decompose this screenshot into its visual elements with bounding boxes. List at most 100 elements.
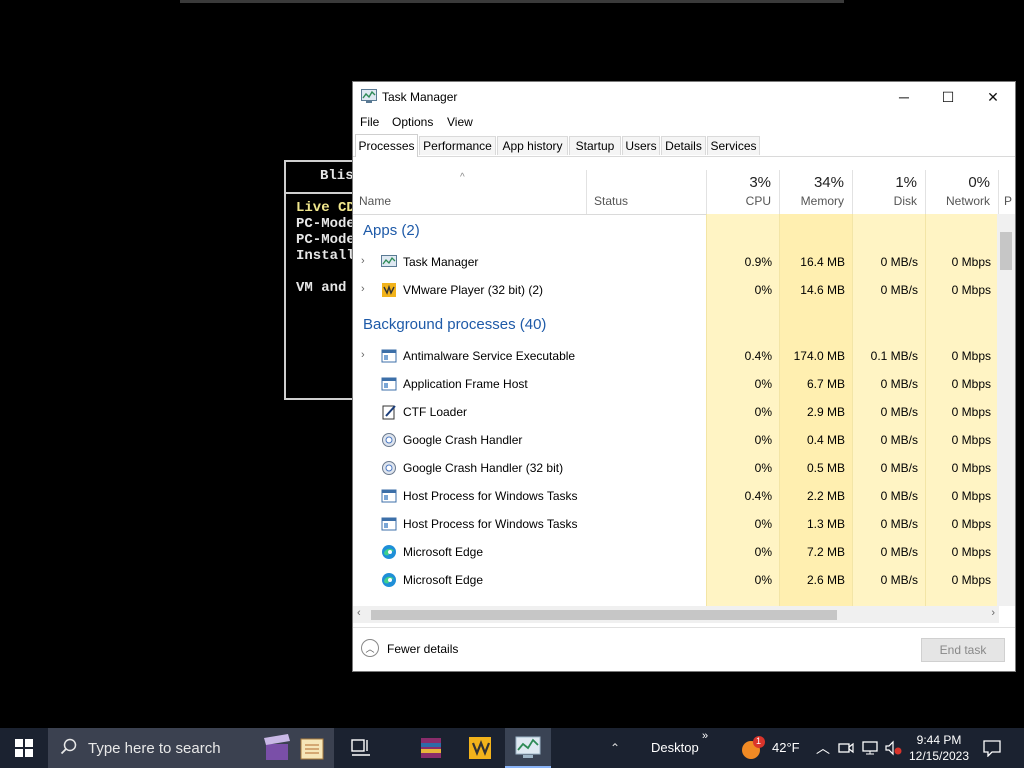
clock-time: 9:44 PM xyxy=(916,733,962,747)
menu-view[interactable]: View xyxy=(447,115,473,129)
collapse-icon[interactable]: ︿ xyxy=(361,639,379,657)
task-manager-icon xyxy=(515,736,541,758)
vmware-icon xyxy=(469,737,491,759)
process-row[interactable]: Google Crash Handler (32 bit) 0% 0.5 MB 0 M… xyxy=(353,454,999,482)
maximize-icon: ☐ xyxy=(941,88,955,105)
scroll-left-icon[interactable]: ‹ xyxy=(357,607,361,619)
group-header-apps[interactable]: Apps (2) xyxy=(353,220,999,248)
taskbar-overflow[interactable]: ⌃ xyxy=(600,728,630,768)
power-label: P xyxy=(1004,194,1013,208)
process-network: 0 Mbps xyxy=(951,283,991,297)
header-power[interactable]: P xyxy=(998,170,1015,214)
footer: ︿ Fewer details End task xyxy=(353,627,1015,671)
menu-file[interactable]: File xyxy=(360,115,379,129)
process-memory: 2.6 MB xyxy=(806,573,845,587)
clapperboard-icon xyxy=(264,734,290,760)
process-name: CTF Loader xyxy=(403,405,468,419)
weather-icon[interactable] xyxy=(740,736,766,760)
toolbar-expand-icon[interactable]: » xyxy=(702,730,708,742)
horizontal-scroll-thumb[interactable] xyxy=(371,610,837,620)
tab-services[interactable]: Services xyxy=(707,136,760,155)
meet-now-icon[interactable] xyxy=(838,740,854,756)
taskbar-winrar[interactable] xyxy=(408,728,454,768)
process-row[interactable]: CTF Loader 0% 2.9 MB 0 MB/s 0 Mbps xyxy=(353,398,999,426)
scroll-right-icon[interactable]: › xyxy=(991,607,995,619)
process-row[interactable]: Host Process for Windows Tasks 0% 1.3 MB 0 … xyxy=(353,510,999,538)
process-row[interactable]: Microsoft Edge 0% 7.2 MB 0 MB/s 0 Mbps xyxy=(353,538,999,566)
process-row[interactable]: Google Crash Handler 0% 0.4 MB 0 MB/s 0 Mbps xyxy=(353,426,999,454)
clock-date: 12/15/2023 xyxy=(908,749,970,763)
horizontal-scrollbar[interactable]: ‹ › xyxy=(353,606,999,623)
process-cpu: 0% xyxy=(754,433,772,447)
process-name: VMware Player (32 bit) (2) xyxy=(403,283,544,297)
start-button[interactable] xyxy=(0,728,48,768)
task-view-button[interactable] xyxy=(338,728,384,768)
tab-performance[interactable]: Performance xyxy=(419,136,496,155)
process-row[interactable]: › VMware Player (32 bit) (2) 0% 14.6 MB 0 MB… xyxy=(353,276,999,304)
network-icon[interactable] xyxy=(862,740,880,756)
maximize-button[interactable]: ☐ xyxy=(925,82,971,112)
minimize-button[interactable]: ─ xyxy=(881,82,927,112)
process-name: Antimalware Service Executable xyxy=(403,349,576,363)
process-row[interactable]: Application Frame Host 0% 6.7 MB 0 MB/s 0 Mb… xyxy=(353,370,999,398)
process-memory: 174.0 MB xyxy=(793,349,845,363)
vertical-scrollbar[interactable] xyxy=(997,214,1015,606)
taskbar-task-manager[interactable] xyxy=(505,728,551,768)
cpu-label: CPU xyxy=(745,194,771,208)
vmware-icon xyxy=(382,283,396,297)
process-network: 0 Mbps xyxy=(951,377,991,391)
console-line: Live CD xyxy=(296,200,355,216)
search-box[interactable]: Type here to search xyxy=(48,728,334,768)
window-title: Task Manager xyxy=(382,90,458,104)
task-manager-window[interactable]: Task Manager ─ ☐ ✕ File Options View Pro… xyxy=(352,81,1016,672)
header-disk[interactable]: 1% Disk xyxy=(852,170,925,214)
taskbar-vmware[interactable] xyxy=(457,728,503,768)
windows-logo-icon xyxy=(15,739,33,757)
notification-icon[interactable] xyxy=(983,739,1001,757)
header-status-col[interactable]: Status xyxy=(586,170,706,214)
header-network[interactable]: 0% Network xyxy=(925,170,998,214)
clock[interactable]: 9:44 PM 12/15/2023 xyxy=(906,732,972,764)
console-line: VM and xyxy=(296,280,347,296)
header-name[interactable]: Name xyxy=(359,194,391,208)
google-update-icon xyxy=(382,461,396,475)
column-header: ^ Name Status 3% CPU 34% Memory 1% Disk … xyxy=(353,170,1015,215)
process-row[interactable]: Microsoft Edge 0% 2.6 MB 0 MB/s 0 Mbps xyxy=(353,566,999,594)
menu-options[interactable]: Options xyxy=(392,115,433,129)
tab-processes[interactable]: Processes xyxy=(355,134,418,157)
fewer-details-link[interactable]: Fewer details xyxy=(387,642,458,656)
expand-chevron-icon[interactable]: › xyxy=(361,283,365,295)
process-memory: 2.9 MB xyxy=(806,405,845,419)
header-memory[interactable]: 34% Memory xyxy=(779,170,852,214)
vertical-scroll-thumb[interactable] xyxy=(1000,232,1012,270)
desktop-toolbar[interactable]: Desktop xyxy=(651,740,699,755)
close-button[interactable]: ✕ xyxy=(970,82,1015,112)
chevron-up-down-icon: ⌃ xyxy=(609,741,621,755)
end-task-button[interactable]: End task xyxy=(921,638,1005,662)
title-bar[interactable]: Task Manager ─ ☐ ✕ xyxy=(353,82,1015,112)
tab-app-history[interactable]: App history xyxy=(497,136,568,155)
process-memory: 1.3 MB xyxy=(806,517,845,531)
sort-up-icon[interactable]: ^ xyxy=(460,172,465,183)
process-row[interactable]: › Task Manager 0.9% 16.4 MB 0 MB/s 0 Mbps xyxy=(353,248,999,276)
chevron-up-icon[interactable]: ︿ xyxy=(816,738,830,758)
tab-startup[interactable]: Startup xyxy=(569,136,621,155)
process-row[interactable]: Host Process for Windows Tasks 0.4% 2.2 MB… xyxy=(353,482,999,510)
process-network: 0 Mbps xyxy=(951,489,991,503)
tab-details[interactable]: Details xyxy=(661,136,706,155)
group-header-background[interactable]: Background processes (40) xyxy=(353,314,999,342)
expand-chevron-icon[interactable]: › xyxy=(361,349,365,361)
header-cpu[interactable]: 3% CPU xyxy=(706,170,779,214)
process-name: Google Crash Handler xyxy=(403,433,523,447)
process-cpu: 0% xyxy=(754,573,772,587)
process-name: Microsoft Edge xyxy=(403,545,484,559)
process-row[interactable]: › Antimalware Service Executable 0.4% 174.0… xyxy=(353,342,999,370)
expand-chevron-icon[interactable]: › xyxy=(361,255,365,267)
close-icon: ✕ xyxy=(987,88,999,105)
process-name: Host Process for Windows Tasks xyxy=(403,517,578,531)
weather-temperature[interactable]: 42°F xyxy=(772,740,800,755)
memory-total: 34% xyxy=(813,174,844,191)
process-cpu: 0% xyxy=(754,283,772,297)
tab-users[interactable]: Users xyxy=(622,136,660,155)
volume-muted-icon[interactable] xyxy=(884,740,902,756)
